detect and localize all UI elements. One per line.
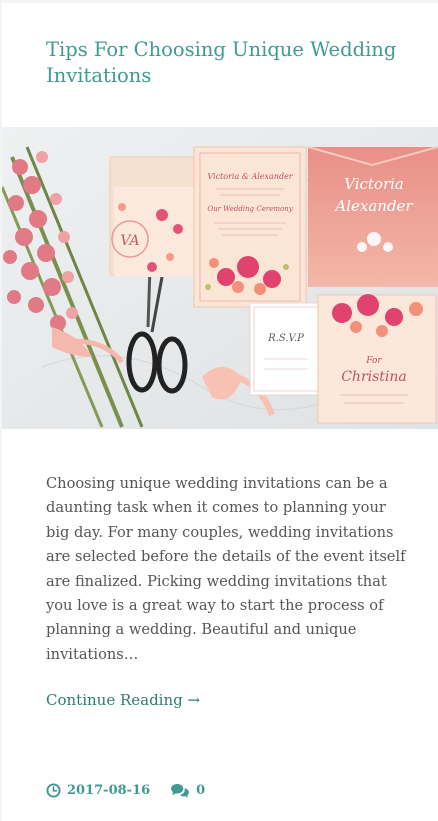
- post-meta: 2017-08-16 0: [46, 783, 205, 798]
- monogram-card: VA: [109, 156, 203, 277]
- comments-icon: [171, 783, 190, 798]
- continue-reading-link[interactable]: Continue Reading →: [46, 691, 200, 709]
- post-card: Tips For Choosing Unique Wedding Invitat…: [2, 3, 438, 821]
- pocket-name-1: Victoria: [344, 175, 404, 193]
- guest-name: Christina: [341, 369, 407, 385]
- comment-count: 0: [196, 783, 206, 798]
- invitation-card: Victoria & Alexander Our Wedding Ceremon…: [193, 146, 307, 308]
- post-excerpt: Choosing unique wedding invitations can …: [46, 475, 406, 663]
- pocket-name-2: Alexander: [333, 197, 413, 215]
- monogram-text: VA: [120, 233, 139, 249]
- clock-icon: [46, 783, 61, 798]
- pocket-envelope: Victoria Alexander: [307, 146, 438, 287]
- rsvp-card: R.S.V.P: [249, 302, 323, 396]
- post-date[interactable]: 2017-08-16: [46, 783, 150, 798]
- guest-card: For Christina: [317, 294, 437, 424]
- invitation-names: Victoria & Alexander: [207, 172, 293, 181]
- post-title[interactable]: Tips For Choosing Unique Wedding Invitat…: [46, 37, 406, 89]
- guest-for: For: [365, 356, 382, 366]
- post-comments[interactable]: 0: [170, 783, 205, 798]
- post-featured-image[interactable]: VA Victoria & Alexander Our Wedding Cere…: [2, 127, 438, 429]
- invitation-event: Our Wedding Ceremony: [207, 205, 293, 213]
- post-date-text: 2017-08-16: [67, 783, 151, 798]
- rsvp-text: R.S.V.P: [267, 333, 304, 344]
